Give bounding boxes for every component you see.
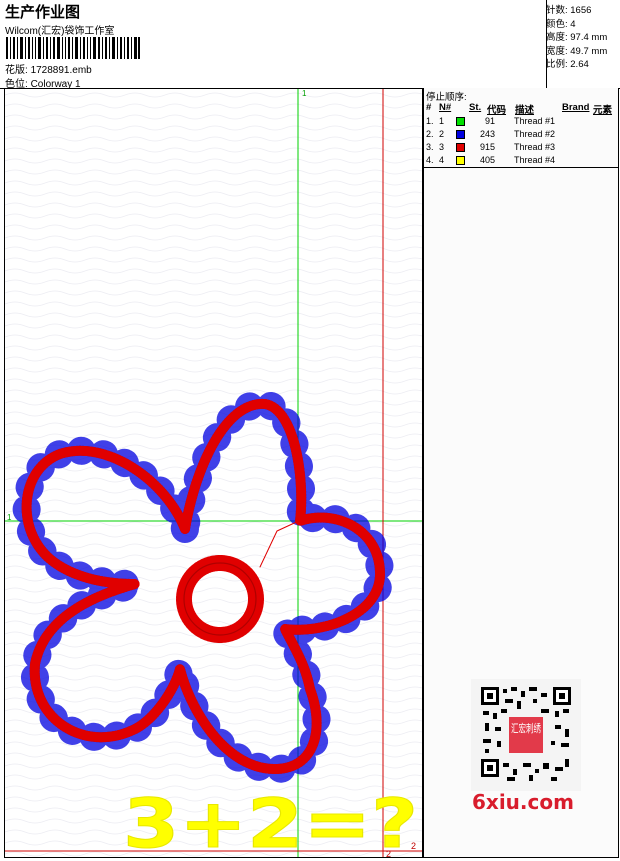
row-index: 1. [426, 116, 434, 126]
thread-color-swatch [456, 156, 465, 165]
row-description: Thread #2 [514, 129, 556, 139]
design-file-row: 花版: 1728891.emb [5, 61, 92, 76]
stop-sequence-row: 1. 1 91 Thread #1 [426, 116, 618, 129]
stat-width: 宽度: 49.7 mm [546, 45, 608, 57]
row-index: 2. [426, 129, 434, 139]
stop-sequence-row: 2. 2 243 Thread #2 [426, 129, 618, 142]
row-needle: 2 [439, 129, 445, 139]
col-brand: Brand [562, 102, 590, 113]
design-stats: 针数: 1656 颜色: 4 高度: 97.4 mm 宽度: 49.7 mm 比… [546, 4, 607, 72]
stat-height: 高度: 97.4 mm [546, 32, 608, 44]
stop-sequence-title: 停止顺序: [426, 92, 467, 103]
row-stitches: 915 [479, 142, 495, 152]
thread-color-swatch [456, 143, 465, 152]
row-stitches: 243 [479, 129, 495, 139]
col-stitches: St. [469, 102, 482, 113]
col-index: # [426, 102, 432, 113]
barcode [6, 37, 140, 59]
guide-marker-left: 1 [7, 513, 12, 522]
row-needle: 3 [439, 142, 445, 152]
stop-sequence-header: # N# St. 代码 描述 Brand 元素 [426, 102, 618, 116]
design-text-3plus2: 3+2=? [123, 785, 418, 857]
stat-ratio: 比例: 2.64 [546, 59, 589, 71]
stop-sequence-row: 3. 3 915 Thread #3 [426, 142, 618, 155]
qr-code: 汇宏刺绣 [471, 679, 581, 791]
qr-seal-text: 汇宏刺绣 [511, 721, 541, 735]
row-stitches: 405 [479, 155, 495, 165]
guide-marker-top: 1 [302, 89, 307, 98]
col-element: 元素 [593, 105, 613, 116]
row-needle: 4 [439, 155, 445, 165]
row-description: Thread #4 [514, 155, 556, 165]
thread-color-swatch [456, 130, 465, 139]
watermark-text: 6xiu.com [472, 790, 574, 814]
studio-name: Wilcom(汇宏)袋饰工作室 [5, 26, 115, 37]
row-index: 3. [426, 142, 434, 152]
col-needle: N# [439, 102, 452, 113]
row-index: 4. [426, 155, 434, 165]
stat-colors: 颜色: 4 [546, 18, 576, 30]
row-description: Thread #3 [514, 142, 556, 152]
row-description: Thread #1 [514, 116, 556, 126]
col-code: 代码 [487, 105, 507, 116]
row-stitches: 91 [484, 116, 495, 126]
row-needle: 1 [439, 116, 445, 126]
stat-stitches: 针数: 1656 [546, 5, 592, 16]
thread-color-swatch [456, 117, 465, 126]
page-title: 生产作业图 [5, 3, 81, 21]
design-canvas: 1 1 2 2 3+2=? [5, 89, 422, 857]
stop-sequence-divider [424, 167, 619, 168]
col-description: 描述 [515, 105, 535, 116]
